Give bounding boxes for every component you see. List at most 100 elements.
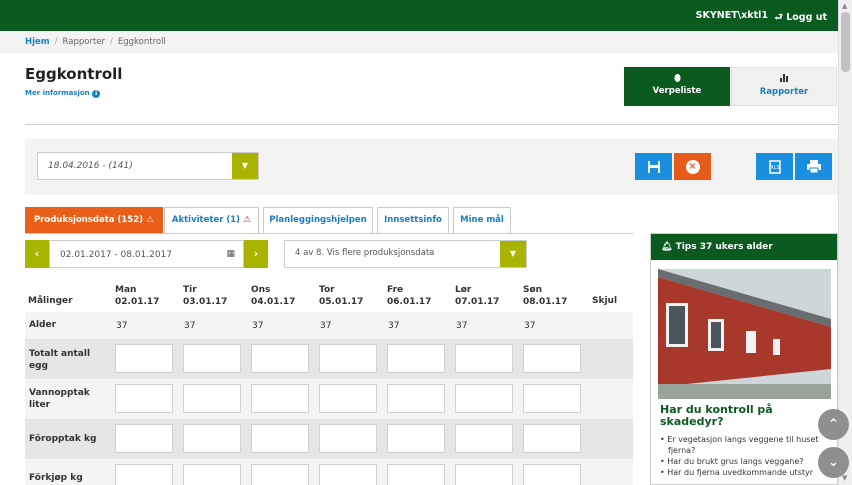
tab-aktiviteter[interactable]: Aktiviteter (1) ⚠ — [164, 207, 259, 234]
tab-planleggingshjelpen[interactable]: Planleggingshjelpen — [263, 207, 373, 234]
warning-icon: ⚠ — [145, 215, 155, 225]
tab-produksjonsdata[interactable]: Produksjonsdata (152) ⚠ — [25, 207, 163, 234]
value-input[interactable] — [183, 384, 241, 413]
table-row: Föropptak kg — [25, 419, 633, 459]
chevron-up-icon: ⌃ — [828, 417, 839, 432]
row-label: Föropptak kg — [29, 434, 97, 444]
save-button[interactable] — [635, 153, 672, 180]
value-input[interactable] — [523, 424, 581, 453]
value-input[interactable] — [115, 384, 173, 413]
previous-week-button[interactable]: ‹ — [25, 240, 49, 268]
production-data-select[interactable]: 4 av 8. Vis flere produksjonsdata ▼ — [284, 240, 527, 268]
egg-icon — [624, 67, 730, 86]
breadcrumb-current: Eggkontroll — [117, 37, 166, 47]
tab-label: Aktiviteter (1) — [171, 215, 241, 225]
bell-icon: 🔔︎ — [661, 242, 676, 252]
value-input[interactable] — [251, 424, 309, 453]
row-label: Vannopptak liter — [29, 388, 90, 410]
breadcrumb-separator: / — [54, 37, 58, 47]
week-range-field[interactable]: 02.01.2017 - 08.01.2017 ▦ — [49, 240, 244, 268]
table-row: Vannopptak liter — [25, 379, 633, 419]
print-button[interactable] — [795, 153, 832, 180]
value-input[interactable] — [183, 344, 241, 373]
day-name: Ons — [251, 285, 271, 295]
value-input[interactable] — [387, 344, 445, 373]
breadcrumb-reports[interactable]: Rapporter — [63, 37, 105, 47]
top-bar: SKYNET\xktl1 ⮐ Logg ut — [0, 0, 838, 31]
value-input[interactable] — [455, 384, 513, 413]
scroll-down-arrow-icon[interactable]: ▼ — [842, 474, 847, 482]
tips-panel: 🔔︎ Tips 37 ukers alder Har du kontroll p… — [650, 233, 838, 485]
value-input[interactable] — [455, 464, 513, 485]
logout-link[interactable]: ⮐ Logg ut — [774, 10, 827, 26]
day-name: Fre — [387, 285, 404, 295]
export-excel-button[interactable]: XLS — [756, 153, 793, 180]
tips-list: • Er vegetasjon langs veggene til huset … — [660, 434, 835, 478]
close-icon: × — [685, 159, 700, 174]
tab-label: Planleggingshjelpen — [269, 215, 367, 225]
value-input[interactable] — [387, 384, 445, 413]
printer-icon — [806, 160, 821, 174]
cancel-button[interactable]: × — [674, 153, 711, 180]
table-header: Målinger Man 02.01.17 Tir 03.01.17 Ons 04.0… — [25, 282, 633, 312]
value-input[interactable] — [183, 464, 241, 485]
more-info-link[interactable]: Mer informasjon i — [25, 89, 101, 98]
tab-label: Produksjonsdata (152) — [33, 215, 144, 225]
next-week-button[interactable]: › — [244, 240, 268, 268]
value-input[interactable] — [251, 464, 309, 485]
row-label: Förkjøp kg — [29, 473, 83, 483]
scroll-up-button[interactable]: ⌃ — [818, 409, 849, 440]
day-date: 02.01.17 — [115, 297, 160, 307]
tab-innsettsinfo[interactable]: Innsettsinfo — [377, 207, 449, 234]
scroll-up-arrow-icon[interactable]: ▲ — [842, 2, 847, 10]
verpeliste-button[interactable]: Verpeliste — [624, 67, 730, 106]
value-input[interactable] — [183, 424, 241, 453]
row-label: Alder — [29, 320, 57, 330]
chevron-down-icon[interactable]: ▼ — [500, 241, 526, 267]
info-icon: i — [92, 90, 101, 98]
value-input[interactable] — [387, 464, 445, 485]
day-header: Ons 04.01.17 — [251, 284, 295, 308]
tip-text: Har du brukt grus langs veggane? — [667, 457, 804, 466]
tip-text: Er vegetasjon langs veggene til huset fj… — [667, 435, 819, 455]
row-label: Totalt antall egg — [29, 349, 91, 371]
sign-out-icon: ⮐ — [774, 12, 787, 23]
period-select[interactable]: 18.04.2016 - (141) ▼ — [37, 152, 259, 180]
value-input[interactable] — [115, 464, 173, 485]
day-header: Fre 06.01.17 — [387, 284, 431, 308]
value-input[interactable] — [115, 344, 173, 373]
value-input[interactable] — [115, 424, 173, 453]
value-input[interactable] — [387, 424, 445, 453]
value-input[interactable] — [523, 464, 581, 485]
day-date: 08.01.17 — [523, 297, 568, 307]
divider — [25, 124, 838, 125]
day-header: Tor 05.01.17 — [319, 284, 363, 308]
value-input[interactable] — [523, 344, 581, 373]
week-range-value: 02.01.2017 - 08.01.2017 — [60, 250, 173, 260]
value-input[interactable] — [319, 344, 377, 373]
tab-label: Innsettsinfo — [384, 215, 442, 225]
breadcrumb: Hjem / Rapporter / Eggkontroll — [0, 31, 838, 53]
breadcrumb-separator: / — [110, 37, 113, 47]
value-input[interactable] — [455, 344, 513, 373]
chevron-left-icon: ‹ — [34, 247, 40, 260]
value-input[interactable] — [455, 424, 513, 453]
chevron-down-icon[interactable]: ▼ — [232, 153, 258, 179]
value-input[interactable] — [251, 344, 309, 373]
value-input[interactable] — [251, 384, 309, 413]
value-input[interactable] — [319, 384, 377, 413]
tips-title: Har du kontroll på skadedyr? — [660, 403, 773, 428]
scroll-thumb[interactable] — [841, 12, 850, 72]
value-input[interactable] — [319, 464, 377, 485]
age-value: 37 — [456, 321, 468, 331]
tab-mine-mal[interactable]: Mine mål — [453, 207, 511, 234]
rapporter-button[interactable]: Rapporter — [731, 67, 837, 106]
value-input[interactable] — [523, 384, 581, 413]
scroll-down-button[interactable]: ⌄ — [818, 447, 849, 478]
hide-header: Skjul — [592, 296, 618, 306]
table-row: Förkjøp kg — [25, 459, 633, 485]
value-input[interactable] — [319, 424, 377, 453]
age-value: 37 — [320, 321, 332, 331]
day-name: Søn — [523, 285, 543, 295]
breadcrumb-home[interactable]: Hjem — [25, 37, 50, 47]
